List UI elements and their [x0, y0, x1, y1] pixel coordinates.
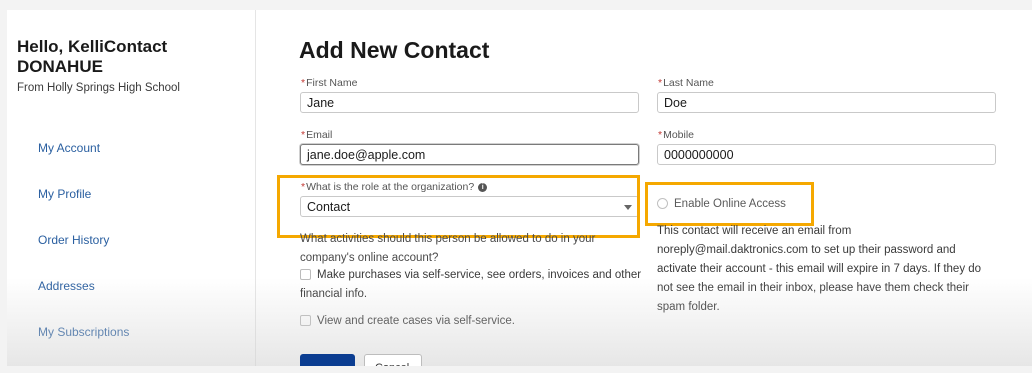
option-purchases: Make purchases via self-service, see ord… [300, 269, 642, 300]
mobile-label: *Mobile [658, 129, 695, 141]
mobile-field[interactable]: 0000000000 [657, 144, 996, 165]
activities-question: What activities should this person be al… [300, 233, 596, 264]
option-cases: View and create cases via self-service. [300, 312, 515, 331]
save-button[interactable] [300, 354, 355, 366]
sidebar-item-order-history[interactable]: Order History [38, 233, 109, 247]
sidebar-item-my-account[interactable]: My Account [38, 141, 100, 155]
page-frame: Hello, KelliContact DONAHUE From Holly S… [7, 10, 1032, 366]
school-label: From Holly Springs High School [17, 82, 180, 94]
email-field[interactable]: jane.doe@apple.com [300, 144, 639, 165]
last-name-label: *Last Name [658, 77, 714, 89]
cases-checkbox[interactable] [300, 315, 311, 327]
page-title: Add New Contact [299, 37, 490, 63]
email-notice: This contact will receive an email from … [657, 225, 982, 313]
last-name-field[interactable]: Doe [657, 92, 996, 113]
purchases-checkbox[interactable] [300, 269, 311, 281]
cancel-button[interactable]: Cancel [364, 354, 422, 366]
highlight-box-role [277, 175, 640, 238]
email-label: *Email [301, 129, 333, 141]
first-name-field[interactable]: Jane [300, 92, 639, 113]
greeting: Hello, KelliContact DONAHUE [17, 37, 167, 77]
highlight-box-access [645, 182, 814, 226]
greeting-surname: DONAHUE [17, 57, 103, 76]
sidebar-item-my-subscriptions[interactable]: My Subscriptions [38, 325, 129, 339]
sidebar: Hello, KelliContact DONAHUE From Holly S… [7, 10, 256, 366]
sidebar-item-my-profile[interactable]: My Profile [38, 187, 91, 201]
sidebar-item-addresses[interactable]: Addresses [38, 279, 95, 293]
greeting-name: Hello, KelliContact [17, 37, 168, 56]
first-name-label: *First Name [301, 77, 358, 89]
